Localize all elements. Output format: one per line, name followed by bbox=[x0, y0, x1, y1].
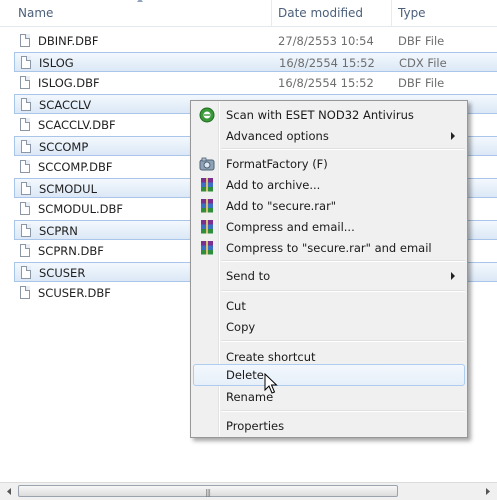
file-icon bbox=[20, 286, 30, 299]
submenu-arrow-icon bbox=[451, 132, 455, 140]
file-row[interactable]: DBINF.DBF 27/8/2553 10:54 DBF File bbox=[14, 31, 497, 51]
file-name: SCMODUL.DBF bbox=[38, 202, 123, 216]
menu-separator bbox=[221, 290, 465, 292]
file-type: DBF File bbox=[398, 34, 445, 48]
winrar-icon bbox=[201, 220, 213, 234]
file-row[interactable]: ISLOG 16/8/2554 15:52 CDX File bbox=[14, 52, 497, 72]
winrar-icon bbox=[201, 241, 213, 255]
scroll-right-icon[interactable] bbox=[480, 484, 496, 499]
scrollbar-thumb[interactable]: ||| bbox=[18, 485, 398, 497]
formatfactory-icon bbox=[199, 157, 215, 171]
menu-separator bbox=[221, 410, 465, 412]
file-name: SCCOMP.DBF bbox=[38, 160, 113, 174]
file-icon bbox=[21, 98, 31, 111]
file-icon bbox=[21, 56, 31, 69]
menu-item-delete[interactable]: Delete bbox=[193, 364, 465, 386]
submenu-arrow-icon bbox=[451, 272, 455, 280]
file-icon bbox=[21, 140, 31, 153]
menu-item-send-to[interactable]: Send to bbox=[193, 265, 465, 287]
menu-item-advanced-options[interactable]: Advanced options bbox=[193, 125, 465, 147]
file-date: 16/8/2554 15:52 bbox=[278, 76, 374, 90]
file-icon bbox=[20, 244, 30, 257]
menu-item-add-to-secure-rar[interactable]: Add to "secure.rar" bbox=[193, 195, 465, 217]
winrar-icon bbox=[201, 199, 213, 213]
horizontal-scrollbar[interactable]: ||| bbox=[0, 482, 497, 500]
menu-item-formatfactory[interactable]: FormatFactory (F) bbox=[193, 153, 465, 175]
date-column-header[interactable]: Date modified bbox=[278, 0, 363, 26]
file-name: ISLOG bbox=[39, 56, 74, 70]
column-divider[interactable] bbox=[271, 0, 272, 26]
file-icon bbox=[20, 76, 30, 89]
sort-ascending-icon bbox=[137, 0, 143, 2]
type-column-header[interactable]: Type bbox=[398, 0, 426, 26]
file-name: SCCOMP bbox=[39, 140, 89, 154]
file-icon bbox=[21, 182, 31, 195]
column-divider[interactable] bbox=[391, 0, 392, 26]
menu-item-cut[interactable]: Cut bbox=[193, 295, 465, 317]
file-date: 16/8/2554 15:52 bbox=[279, 56, 375, 70]
menu-item-rename[interactable]: Rename bbox=[193, 386, 465, 408]
eset-icon bbox=[199, 107, 215, 123]
file-type: DBF File bbox=[398, 76, 445, 90]
file-name: SCPRN.DBF bbox=[38, 244, 104, 258]
menu-separator bbox=[221, 340, 465, 342]
file-icon bbox=[20, 34, 30, 47]
grip-icon: ||| bbox=[205, 488, 211, 497]
file-icon bbox=[20, 202, 30, 215]
menu-item-compress-and-email[interactable]: Compress and email... bbox=[193, 216, 465, 238]
file-icon bbox=[21, 266, 31, 279]
file-row[interactable]: ISLOG.DBF 16/8/2554 15:52 DBF File bbox=[14, 73, 497, 93]
file-icon bbox=[20, 118, 30, 131]
file-name: SCUSER.DBF bbox=[38, 286, 111, 300]
file-icon bbox=[21, 224, 31, 237]
menu-separator bbox=[221, 148, 465, 150]
mouse-cursor-icon bbox=[264, 373, 278, 394]
file-name: ISLOG.DBF bbox=[38, 76, 100, 90]
name-column-header[interactable]: Name bbox=[18, 0, 53, 26]
file-name: DBINF.DBF bbox=[38, 34, 99, 48]
context-menu: Scan with ESET NOD32 Antivirus Advanced … bbox=[190, 100, 468, 438]
file-name: SCUSER bbox=[39, 266, 86, 280]
menu-separator bbox=[221, 260, 465, 262]
menu-item-copy[interactable]: Copy bbox=[193, 316, 465, 338]
file-name: SCACCLV.DBF bbox=[38, 118, 116, 132]
file-date: 27/8/2553 10:54 bbox=[278, 34, 374, 48]
file-name: SCMODUL bbox=[39, 182, 97, 196]
file-name: SCPRN bbox=[39, 224, 78, 238]
menu-item-compress-secure-rar-email[interactable]: Compress to "secure.rar" and email bbox=[193, 237, 465, 259]
column-header: Name Date modified Type bbox=[0, 0, 497, 27]
file-type: CDX File bbox=[399, 56, 447, 70]
scroll-left-icon[interactable] bbox=[1, 484, 17, 499]
menu-item-add-to-archive[interactable]: Add to archive... bbox=[193, 174, 465, 196]
winrar-icon bbox=[201, 178, 213, 192]
file-icon bbox=[20, 160, 30, 173]
file-name: SCACCLV bbox=[39, 98, 92, 112]
menu-item-properties[interactable]: Properties bbox=[193, 415, 465, 437]
menu-item-scan-eset[interactable]: Scan with ESET NOD32 Antivirus bbox=[193, 104, 465, 126]
